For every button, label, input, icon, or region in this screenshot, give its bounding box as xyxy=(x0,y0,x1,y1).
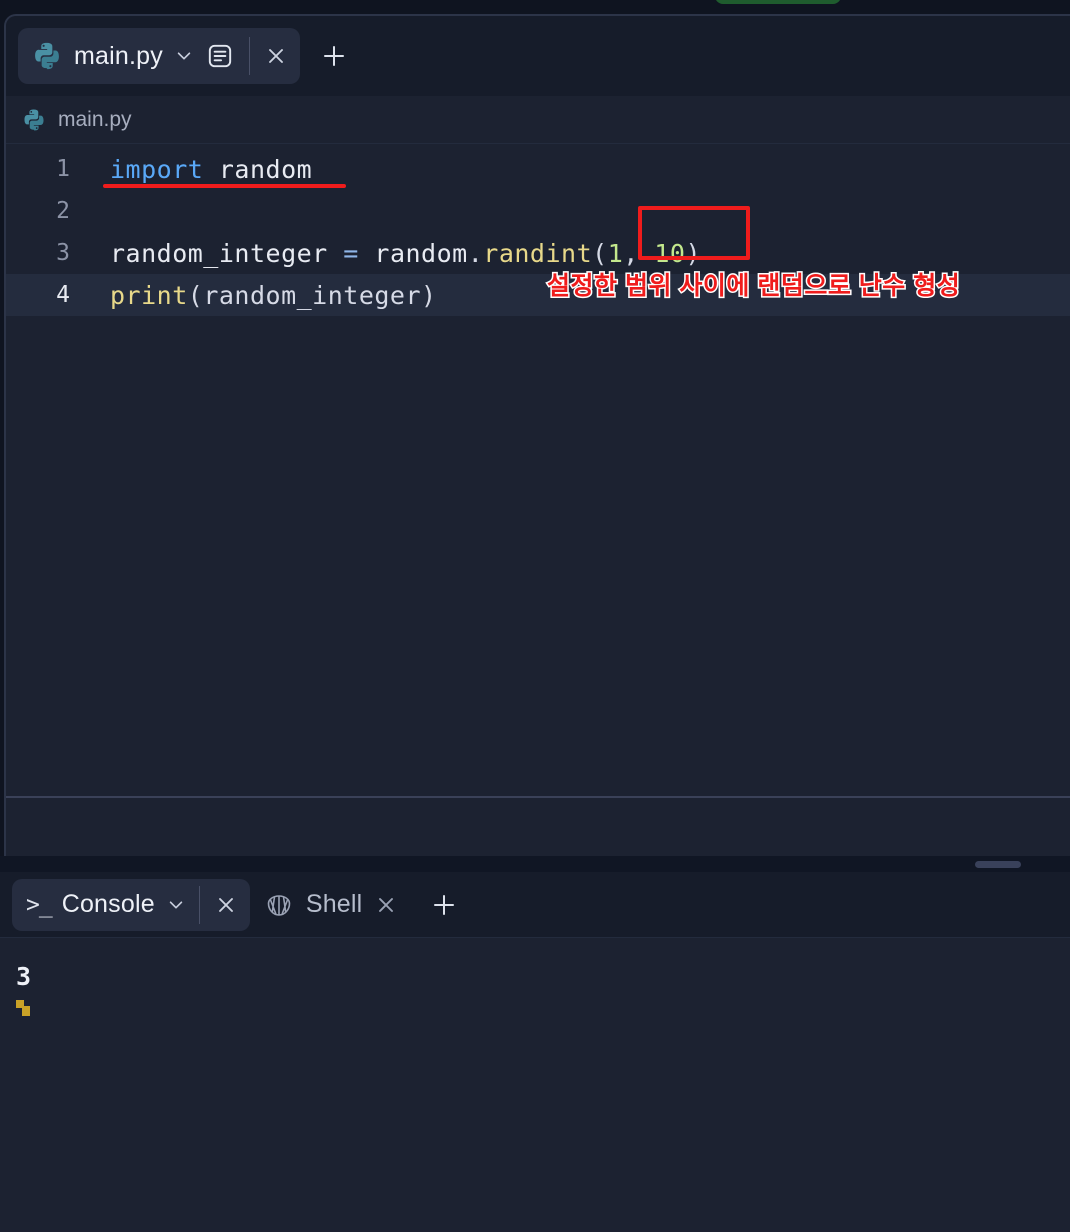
line-number: 4 xyxy=(56,282,70,308)
panel-splitter[interactable] xyxy=(0,856,1070,872)
shell-icon xyxy=(264,890,294,920)
python-icon xyxy=(22,108,46,132)
console-tab-console[interactable]: >_ Console xyxy=(12,877,250,933)
code-token: . xyxy=(467,238,484,268)
code-token: (random_integer) xyxy=(187,280,437,310)
console-tab-label: Console xyxy=(61,890,155,918)
tab-divider xyxy=(248,37,250,75)
editor-status-bar xyxy=(6,796,1070,856)
editor-tabstrip: main.py xyxy=(6,16,1070,96)
new-tab-button[interactable] xyxy=(306,28,362,84)
code-token: = xyxy=(343,238,359,268)
annotation-korean-note: 설정한 범위 사이에 랜덤으로 난수 형성 xyxy=(545,271,961,302)
code-token: random_integer xyxy=(110,238,344,268)
line-code: print(random_integer) xyxy=(78,281,437,310)
line-code: import random xyxy=(78,155,312,184)
annotation-red-underline xyxy=(103,184,346,188)
breadcrumb-label: main.py xyxy=(58,107,132,131)
code-token: random xyxy=(358,238,468,268)
line-code: random_integer = random.randint(1, 10) xyxy=(78,239,701,268)
console-tabstrip: >_ Console Shell xyxy=(0,872,1070,938)
green-run-button-fragment[interactable] xyxy=(715,0,841,4)
console-panel: >_ Console Shell 3 xyxy=(0,872,1070,1232)
line-number: 3 xyxy=(56,240,70,266)
console-output-line: 3 xyxy=(16,962,32,991)
console-cursor xyxy=(16,999,30,1018)
code-token: random xyxy=(203,154,313,184)
code-editor[interactable]: 1 import random 2 3 random_integer = random.… xyxy=(6,144,1070,796)
python-icon xyxy=(32,41,62,71)
code-token: ( xyxy=(592,238,608,268)
pane-options-icon[interactable] xyxy=(205,41,235,71)
breadcrumb: main.py xyxy=(6,96,1070,144)
terminal-prompt-icon: >_ xyxy=(26,891,53,918)
replit-ide-window: main.py main.py 1 import random 2 3 rand… xyxy=(0,0,1070,1232)
line-number: 1 xyxy=(56,156,70,182)
new-console-tab-button[interactable] xyxy=(416,877,472,933)
tab-divider xyxy=(198,885,200,924)
console-tab-label: Shell xyxy=(305,890,363,918)
chevron-down-icon[interactable] xyxy=(175,47,193,65)
console-tab-shell[interactable]: Shell xyxy=(250,879,411,931)
line-number: 2 xyxy=(56,198,70,224)
splitter-drag-handle[interactable] xyxy=(975,861,1021,868)
editor-tab-main-py[interactable]: main.py xyxy=(18,28,300,84)
close-icon[interactable] xyxy=(202,877,250,933)
code-token: import xyxy=(110,154,204,184)
console-output[interactable]: 3 xyxy=(0,938,1070,1018)
editor-panel: main.py main.py 1 import random 2 3 rand… xyxy=(4,14,1070,856)
editor-tab-label: main.py xyxy=(74,41,163,70)
chevron-down-icon[interactable] xyxy=(167,896,185,914)
close-icon[interactable] xyxy=(362,877,410,933)
code-token: 1 xyxy=(607,238,624,268)
close-icon[interactable] xyxy=(252,28,300,84)
code-line[interactable]: 2 xyxy=(6,190,1070,232)
code-token: print xyxy=(110,280,188,310)
code-token: randint xyxy=(483,238,593,268)
annotation-red-box xyxy=(638,206,750,260)
